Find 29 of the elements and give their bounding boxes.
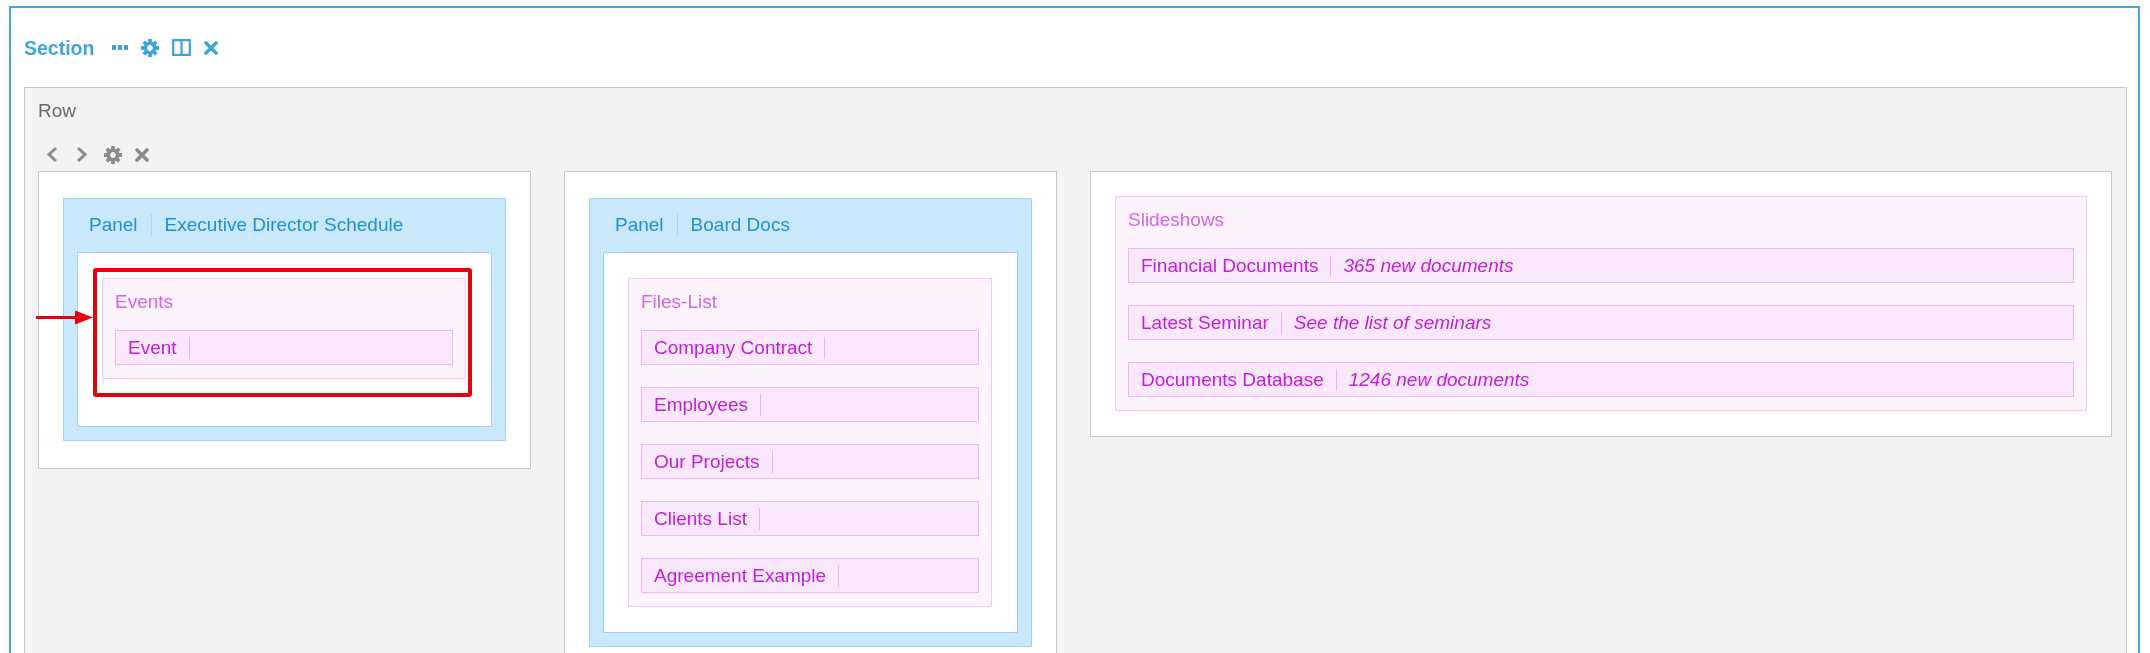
item-label: Event — [128, 336, 177, 359]
item-label: Employees — [654, 393, 748, 416]
list-title: Files-List — [641, 291, 717, 313]
columns-icon[interactable] — [172, 39, 192, 56]
item-note: See the list of seminars — [1293, 311, 1492, 334]
more-icon[interactable] — [112, 45, 129, 50]
list-title: Events — [115, 291, 174, 313]
close-icon[interactable] — [204, 40, 219, 55]
panel-label: Panel — [89, 213, 138, 236]
close-icon[interactable] — [135, 147, 149, 162]
item-label: Clients List — [654, 507, 747, 530]
panel-title: Board Docs — [690, 213, 790, 236]
chevron-left-icon[interactable] — [46, 146, 58, 163]
section-title: Section — [24, 36, 95, 59]
chevron-right-icon[interactable] — [76, 146, 87, 163]
panel-title: Executive Director Schedule — [164, 213, 404, 236]
panel-label: Panel — [615, 213, 664, 236]
list-title: Slideshows — [1128, 209, 1225, 231]
row-label: Row — [38, 100, 76, 122]
item-label: Our Projects — [654, 450, 760, 473]
settings-icon[interactable] — [141, 38, 160, 57]
item-label: Company Contract — [654, 336, 813, 359]
settings-icon[interactable] — [104, 145, 122, 164]
item-note: 1246 new documents — [1348, 368, 1530, 391]
item-note: 365 new documents — [1343, 254, 1514, 277]
item-label: Financial Documents — [1141, 254, 1319, 277]
item-label: Latest Seminar — [1141, 311, 1269, 334]
item-label: Agreement Example — [654, 564, 827, 587]
item-label: Documents Database — [1141, 368, 1324, 391]
